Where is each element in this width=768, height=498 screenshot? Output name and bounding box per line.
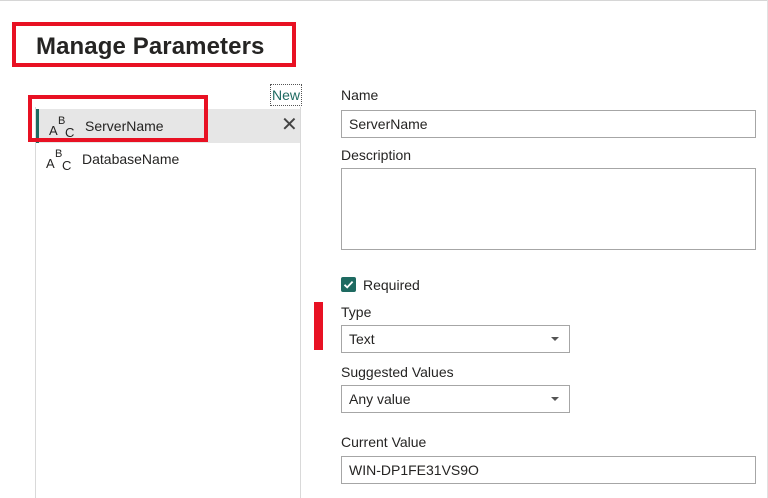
new-parameter-link[interactable]: New [270,84,302,106]
name-label: Name [341,87,379,103]
required-checkbox[interactable] [341,277,356,292]
current-value-label: Current Value [341,434,427,450]
suggested-values-dropdown[interactable]: Any value [341,385,570,413]
chevron-down-icon [551,397,559,401]
type-highlight-marker [314,302,323,350]
manage-parameters-dialog: Manage Parameters New ABC ServerName ✕ A… [0,0,768,498]
type-dropdown-value: Text [349,331,375,347]
type-label: Type [341,304,372,320]
suggested-values-label: Suggested Values [341,364,454,380]
chevron-down-icon [551,337,559,341]
type-dropdown[interactable]: Text [341,325,570,353]
required-label: Required [363,277,420,293]
close-icon[interactable]: ✕ [281,115,299,135]
suggested-values-value: Any value [349,391,411,407]
name-field[interactable]: ServerName [341,110,756,138]
parameter-item-label: DatabaseName [82,151,180,167]
abc-type-icon: ABC [46,148,72,173]
description-label: Description [341,147,412,163]
parameter-item-databasename[interactable]: ABC DatabaseName [36,142,300,176]
top-divider [0,0,768,1]
servername-highlight-box [28,95,208,142]
description-field[interactable] [341,168,756,250]
checkmark-icon [343,280,354,289]
current-value-field[interactable]: WIN-DP1FE31VS9O [341,456,756,484]
dialog-title: Manage Parameters [36,33,265,60]
